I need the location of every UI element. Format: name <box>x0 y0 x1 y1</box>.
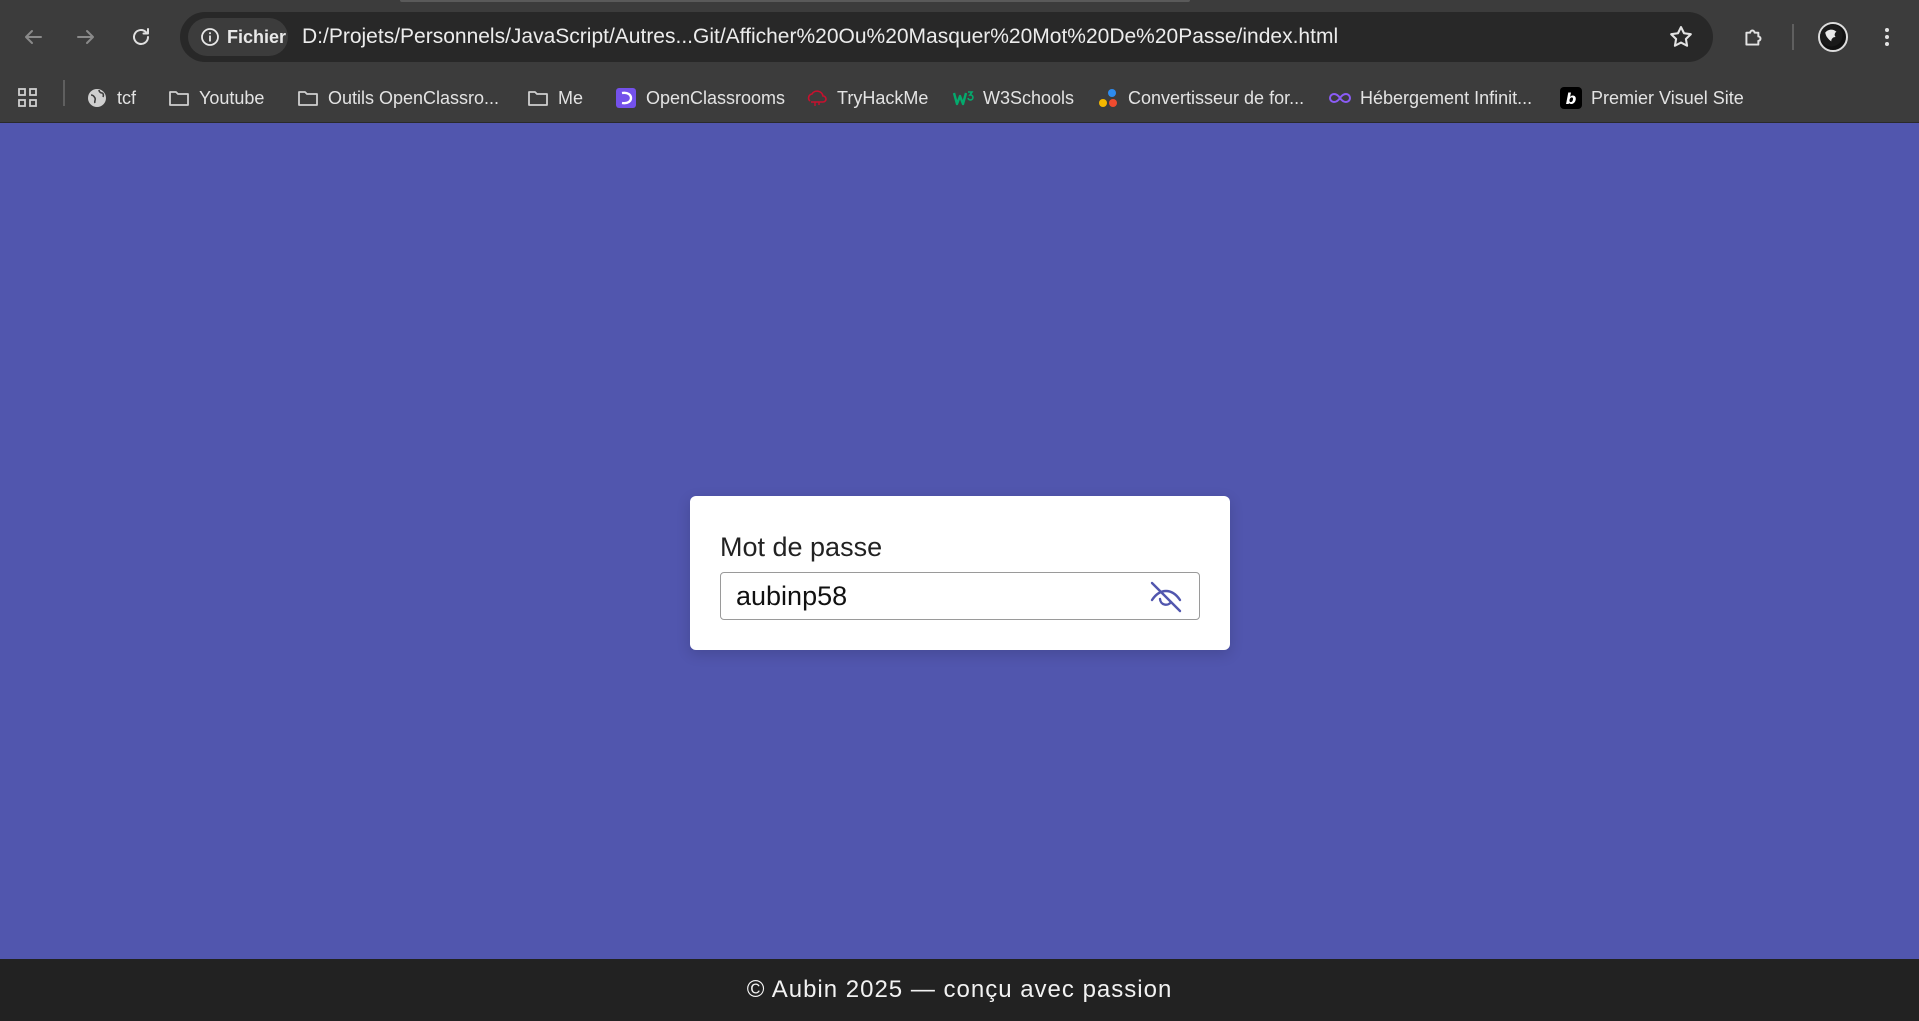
bookmark-label: Outils OpenClassro... <box>328 87 500 108</box>
openclassrooms-icon <box>615 87 637 109</box>
toolbar-separator <box>1792 24 1794 50</box>
bookmark-w3schools[interactable]: W3Schools <box>952 82 1074 114</box>
bookmark-label: Premier Visuel Site <box>1591 87 1744 108</box>
bookmark-me[interactable]: Me <box>527 82 583 114</box>
folder-icon <box>168 87 190 109</box>
address-bar[interactable]: Fichier D:/Projets/Personnels/JavaScript… <box>180 12 1713 62</box>
bookmarks-separator <box>63 80 65 106</box>
b-icon: b <box>1560 87 1582 109</box>
bookmark-label: Youtube <box>199 87 265 108</box>
info-icon <box>201 28 219 46</box>
tryhackme-icon <box>806 87 828 109</box>
more-vertical-icon <box>1885 28 1889 46</box>
bookmark-tcf[interactable]: tcf <box>86 82 136 114</box>
browser-menu-button[interactable] <box>1867 17 1907 57</box>
tab-indicator <box>400 0 1190 2</box>
folder-icon <box>527 87 549 109</box>
password-card: Mot de passe aubinp58 <box>690 496 1230 650</box>
password-input[interactable]: aubinp58 <box>720 572 1200 620</box>
w3schools-icon <box>952 87 974 109</box>
bookmark-label: TryHackMe <box>837 87 929 108</box>
extensions-button[interactable] <box>1734 17 1774 57</box>
bookmark-label: W3Schools <box>983 87 1075 108</box>
reload-icon <box>133 28 149 45</box>
bookmark-star-icon[interactable] <box>1667 23 1695 51</box>
browser-toolbar: Fichier D:/Projets/Personnels/JavaScript… <box>0 0 1919 73</box>
password-label: Mot de passe <box>720 532 883 562</box>
reload-button[interactable] <box>121 17 161 57</box>
bookmark-hebergement[interactable]: Hébergement Infinit... <box>1329 82 1532 114</box>
infinity-icon <box>1329 87 1351 109</box>
apps-button[interactable] <box>17 82 39 114</box>
bookmark-openclassrooms[interactable]: OpenClassrooms <box>615 82 785 114</box>
avatar <box>1818 22 1848 52</box>
bookmark-label: Convertisseur de for... <box>1128 87 1305 108</box>
bookmark-convertisseur[interactable]: Convertisseur de for... <box>1097 82 1304 114</box>
avatar-icon <box>1820 24 1843 47</box>
arrow-left-icon <box>25 30 42 44</box>
password-value: aubinp58 <box>736 581 848 611</box>
bookmark-label: Me <box>558 87 584 108</box>
site-info-chip[interactable]: Fichier <box>188 18 288 56</box>
dots-icon <box>1097 87 1119 109</box>
puzzle-icon <box>1745 29 1762 46</box>
folder-icon <box>297 87 319 109</box>
forward-button[interactable] <box>66 17 106 57</box>
bookmark-label: Hébergement Infinit... <box>1360 87 1533 108</box>
bookmark-label: tcf <box>117 87 137 108</box>
page-footer: © Aubin 2025 — conçu avec passion <box>0 959 1919 1021</box>
site-chip-label: Fichier <box>227 26 287 47</box>
bookmark-youtube[interactable]: Youtube <box>168 82 264 114</box>
footer-text: © Aubin 2025 — conçu avec passion <box>746 976 1173 1003</box>
arrow-right-icon <box>77 30 94 44</box>
bookmarks-bar: tcf Youtube Outils OpenClassro... Me Ope… <box>0 73 1919 123</box>
globe-icon <box>86 87 108 109</box>
apps-grid-icon <box>17 87 39 109</box>
bookmark-tryhackme[interactable]: TryHackMe <box>806 82 928 114</box>
bookmark-premier-visuel[interactable]: b Premier Visuel Site <box>1560 82 1744 114</box>
bookmark-outils-openclassrooms[interactable]: Outils OpenClassro... <box>297 82 499 114</box>
back-button[interactable] <box>13 17 53 57</box>
svg-text:b: b <box>1566 90 1577 108</box>
bookmark-label: OpenClassrooms <box>646 87 786 108</box>
profile-button[interactable] <box>1813 17 1853 57</box>
eye-slash-icon[interactable] <box>1147 578 1185 616</box>
url-text[interactable]: D:/Projets/Personnels/JavaScript/Autres.… <box>302 12 1338 62</box>
